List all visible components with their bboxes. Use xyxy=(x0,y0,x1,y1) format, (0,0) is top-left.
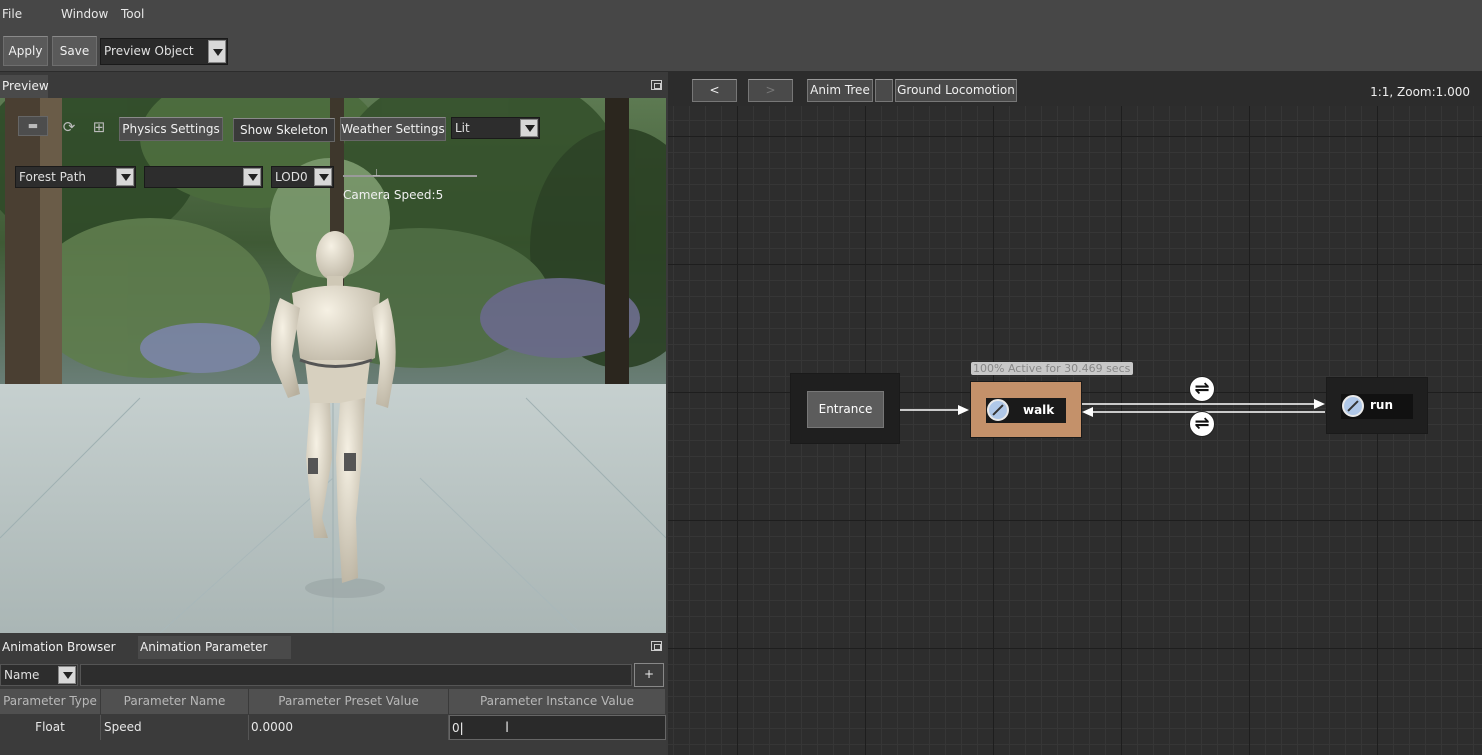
lod-select[interactable]: LOD0 xyxy=(271,166,334,188)
transition-icon[interactable] xyxy=(1189,376,1215,402)
menu-bar: File Window Tool xyxy=(0,0,1482,30)
lighting-mode-label: Lit xyxy=(455,121,470,135)
secondary-select[interactable] xyxy=(144,166,263,188)
bottom-dock-header: Animation Browser Animation Parameter xyxy=(0,633,666,659)
walk-node[interactable]: walk xyxy=(970,381,1082,438)
name-filter-select[interactable]: Name xyxy=(0,664,78,686)
apply-button[interactable]: Apply xyxy=(3,36,48,66)
float-panel-icon[interactable] xyxy=(651,641,662,651)
menu-window[interactable]: Window xyxy=(61,7,108,21)
state-icon xyxy=(987,399,1009,421)
breadcrumb-separator xyxy=(875,79,893,102)
parameter-instance-value: 0 xyxy=(452,721,460,735)
chevron-down-icon[interactable] xyxy=(314,168,332,186)
transition-icon[interactable] xyxy=(1189,411,1215,437)
graph-toolbar: < > Anim Tree Ground Locomotion 1:1, Zoo… xyxy=(668,72,1482,106)
float-panel-icon[interactable] xyxy=(651,80,662,90)
preview-viewport[interactable]: ▬ ⟳ ⊞ Physics Settings Show Skeleton Wea… xyxy=(0,98,666,633)
text-caret: | xyxy=(459,721,464,735)
menu-tool[interactable]: Tool xyxy=(121,7,144,21)
parameter-preset-cell[interactable]: 0.0000 xyxy=(249,715,449,740)
camera-speed-label: Camera Speed:5 xyxy=(343,188,444,202)
slider-handle-icon[interactable]: ⊥ xyxy=(372,168,382,180)
text-cursor-icon: I xyxy=(505,720,510,736)
toolbar: Apply Save Preview Object xyxy=(0,30,1482,72)
add-parameter-button[interactable]: + xyxy=(634,663,664,687)
parameter-name-cell[interactable]: Speed xyxy=(101,715,249,740)
walk-node-body: walk xyxy=(986,398,1066,423)
save-button[interactable]: Save xyxy=(52,36,97,66)
state-icon xyxy=(1342,395,1364,417)
entrance-node[interactable]: Entrance xyxy=(790,373,900,444)
preview-object-label: Preview Object xyxy=(104,44,194,58)
filter-icon[interactable]: ▬ xyxy=(18,116,48,136)
breadcrumb-anim-tree[interactable]: Anim Tree xyxy=(807,79,873,102)
menu-file[interactable]: File xyxy=(2,7,22,21)
show-skeleton-button[interactable]: Show Skeleton xyxy=(233,118,335,142)
chevron-down-icon[interactable] xyxy=(520,119,538,137)
column-header[interactable]: Parameter Preset Value xyxy=(249,689,449,714)
preview-object-select[interactable]: Preview Object xyxy=(100,38,228,65)
name-filter-input[interactable] xyxy=(80,664,632,686)
anim-graph-panel: < > Anim Tree Ground Locomotion 1:1, Zoo… xyxy=(668,72,1482,755)
tab-animation-browser[interactable]: Animation Browser xyxy=(0,636,135,659)
parameter-instance-input[interactable]: 0| I xyxy=(449,715,666,740)
tab-preview[interactable]: Preview xyxy=(0,75,49,98)
lod-label: LOD0 xyxy=(275,170,308,184)
run-node[interactable]: run xyxy=(1326,377,1428,434)
scene-select[interactable]: Forest Path xyxy=(15,166,136,188)
zoom-indicator: 1:1, Zoom:1.000 xyxy=(1370,85,1470,99)
physics-settings-button[interactable]: Physics Settings xyxy=(119,117,223,141)
chevron-down-icon[interactable] xyxy=(58,666,76,684)
camera-speed-slider[interactable] xyxy=(343,175,477,177)
column-header[interactable]: Parameter Instance Value xyxy=(449,689,666,714)
walk-label: walk xyxy=(1023,403,1055,417)
active-tooltip: 100% Active for 30.469 secs xyxy=(971,362,1133,375)
graph-back-button[interactable]: < xyxy=(692,79,737,102)
preview-dock-header: Preview xyxy=(0,72,666,98)
graph-forward-button[interactable]: > xyxy=(748,79,793,102)
breadcrumb-ground-locomotion[interactable]: Ground Locomotion xyxy=(895,79,1017,102)
left-panel: Preview ▬ ⟳ ⊞ Physics Settings Show Skel… xyxy=(0,72,666,755)
run-node-body: run xyxy=(1341,394,1413,419)
graph-canvas[interactable]: Entrance 100% Active for 30.469 secs wal… xyxy=(668,106,1482,755)
grid-icon[interactable]: ⊞ xyxy=(88,116,110,138)
column-header[interactable]: Parameter Name xyxy=(101,689,249,714)
animation-parameter-panel: Animation Browser Animation Parameter Na… xyxy=(0,633,666,755)
name-filter-row: Name + xyxy=(0,663,666,687)
tab-animation-parameter[interactable]: Animation Parameter xyxy=(138,636,291,659)
column-header[interactable]: Parameter Type xyxy=(0,689,101,714)
weather-settings-button[interactable]: Weather Settings xyxy=(340,117,446,141)
parameter-type-cell[interactable]: Float xyxy=(0,715,101,740)
refresh-icon[interactable]: ⟳ xyxy=(58,116,80,138)
scene-label: Forest Path xyxy=(19,170,87,184)
name-filter-label: Name xyxy=(4,668,40,682)
chevron-down-icon[interactable] xyxy=(243,168,261,186)
entrance-label: Entrance xyxy=(807,391,884,428)
chevron-down-icon[interactable] xyxy=(208,40,226,63)
run-label: run xyxy=(1370,398,1394,412)
chevron-down-icon[interactable] xyxy=(116,168,134,186)
lighting-mode-select[interactable]: Lit xyxy=(451,117,540,139)
